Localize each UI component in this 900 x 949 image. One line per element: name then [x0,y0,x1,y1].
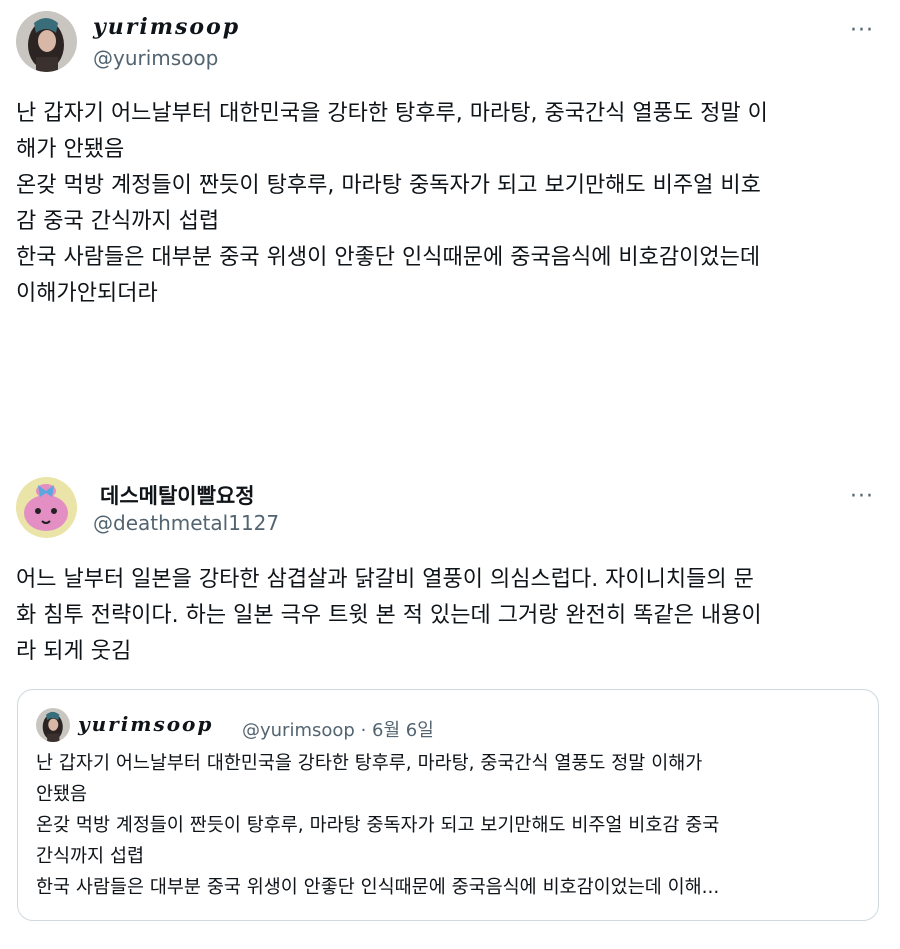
avatar-deathmetal[interactable] [16,477,77,538]
quoted-text-line: 한국 사람들은 대부분 중국 위생이 안좋단 인식때문에 중국음식에 비호감이었… [36,877,720,898]
quoted-meta: @yurimsoop · 6월 6일 [242,716,434,742]
quoted-avatar [36,708,70,742]
tweet-2[interactable]: 데스메탈이빨요정 @deathmetal1127 ··· 어느 날부터 일본을 … [0,0,900,949]
quoted-tweet[interactable]: yurimsoop @yurimsoop · 6월 6일 난 갑자기 어느날부터… [17,689,879,921]
quoted-text-line: 간식까지 섭렵 [36,846,145,867]
quoted-date: 6월 6일 [372,720,434,741]
avatar-cartoon-icon [16,477,77,538]
quoted-text-line: 안됐음 [36,784,88,805]
quoted-handle: @yurimsoop [242,720,355,741]
quoted-text-line: 온갖 먹방 계정들이 짠듯이 탕후루, 마라탕 중독자가 되고 보기만해도 비주… [36,815,720,836]
more-options-icon[interactable]: ··· [850,486,874,508]
tweet-text-line: 화 침투 전략이다. 하는 일본 극우 트윗 본 적 있는데 그거랑 완전히 똑… [16,603,762,628]
tweet-text-line: 어느 날부터 일본을 강타한 삼겹살과 닭갈비 열풍이 의심스럽다. 자이니치들… [16,567,754,592]
separator: · [360,720,367,741]
tweet-text: 어느 날부터 일본을 강타한 삼겹살과 닭갈비 열풍이 의심스럽다. 자이니치들… [16,562,878,670]
quoted-text: 난 갑자기 어느날부터 대한민국을 강타한 탕후루, 마라탕, 중국간식 열풍도… [36,748,862,903]
display-name[interactable]: 데스메탈이빨요정 [100,480,255,510]
tweet-text-line: 라 되게 웃김 [16,639,132,664]
handle[interactable]: @deathmetal1127 [93,511,279,535]
avatar-girl-icon [36,708,70,742]
quoted-display-name: yurimsoop [78,712,214,736]
quoted-text-line: 난 갑자기 어느날부터 대한민국을 강타한 탕후루, 마라탕, 중국간식 열풍도… [36,753,703,774]
